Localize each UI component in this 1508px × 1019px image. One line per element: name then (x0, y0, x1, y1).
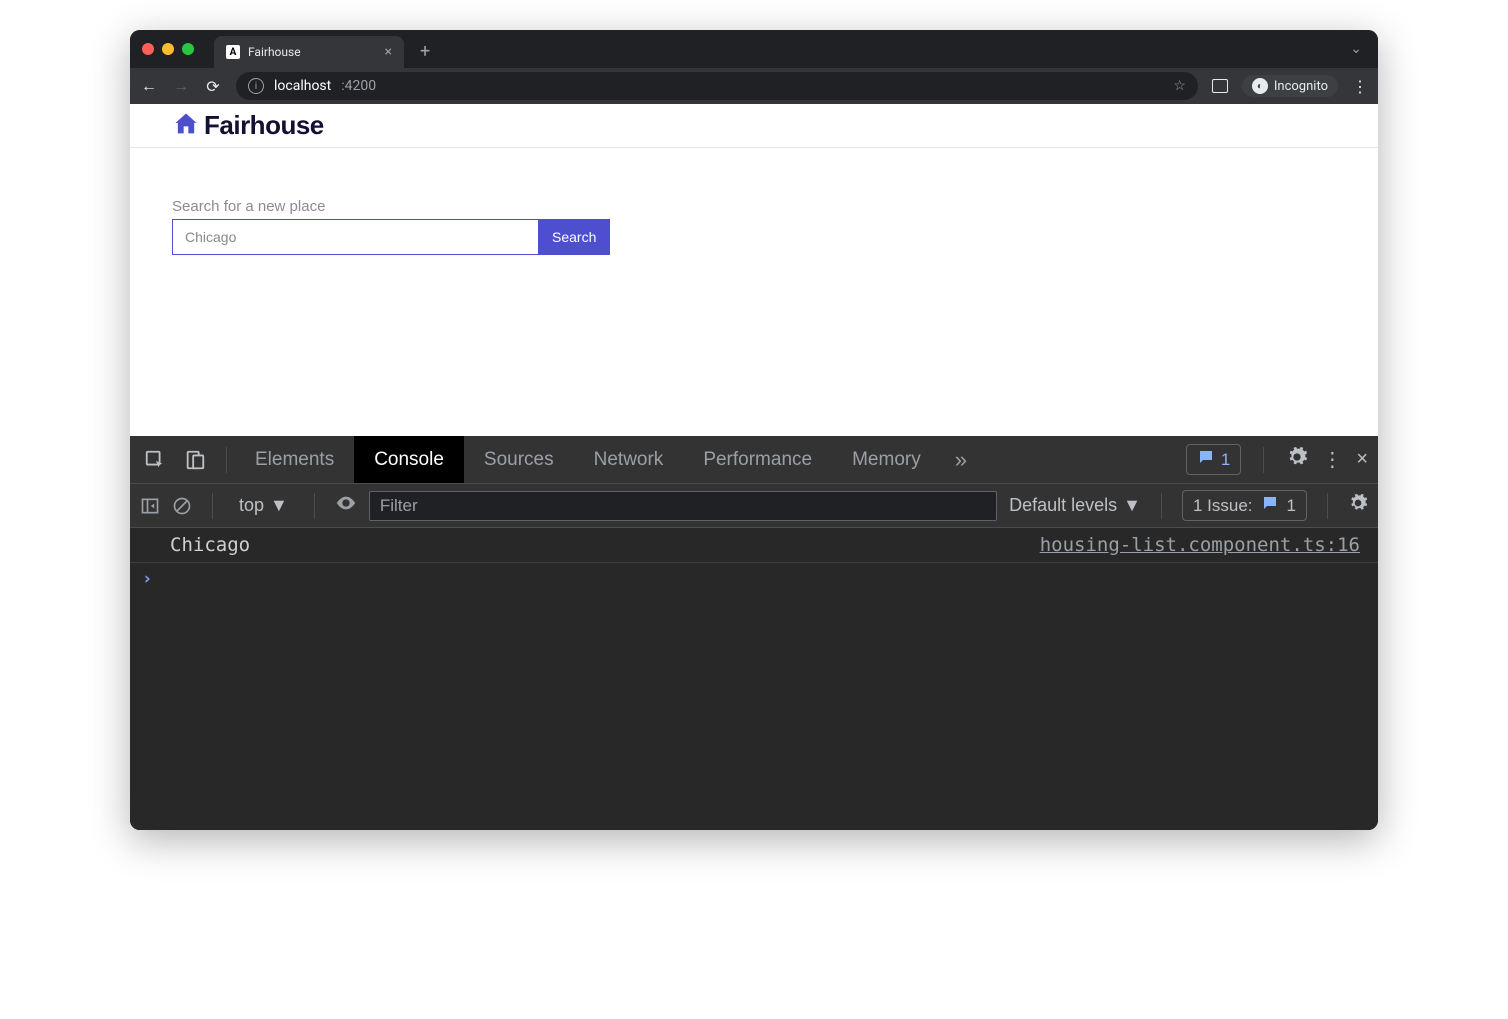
chat-icon (1197, 448, 1215, 471)
console-output: Chicago housing-list.component.ts:16 › (130, 528, 1378, 830)
side-panel-icon[interactable] (1212, 79, 1228, 93)
tab-performance[interactable]: Performance (683, 436, 832, 483)
incognito-label: Incognito (1274, 79, 1328, 94)
page-viewport: Fairhouse Search for a new place Search (130, 104, 1378, 436)
bookmark-icon[interactable]: ☆ (1173, 78, 1186, 94)
more-tabs-icon[interactable]: » (941, 447, 981, 473)
console-filter-input[interactable]: Filter (369, 491, 997, 521)
tab-close-icon[interactable]: × (385, 44, 392, 60)
issues-badge[interactable]: 1 (1186, 444, 1241, 475)
maximize-window-button[interactable] (182, 43, 194, 55)
execution-context-select[interactable]: top ▼ (233, 495, 294, 516)
new-tab-button[interactable]: + (420, 41, 430, 62)
devtools-menu-icon[interactable]: ⋮ (1322, 447, 1342, 472)
tab-sources[interactable]: Sources (464, 436, 574, 483)
chat-icon (1261, 494, 1279, 517)
search-button[interactable]: Search (538, 219, 610, 255)
levels-label: Default levels (1009, 495, 1117, 516)
browser-window: A Fairhouse × + ⌄ ← → ⟳ i localhost :4200… (130, 30, 1378, 830)
url-port: :4200 (341, 78, 376, 94)
tab-network[interactable]: Network (574, 436, 684, 483)
reload-button[interactable]: ⟳ (204, 77, 222, 96)
back-button[interactable]: ← (140, 76, 158, 96)
tab-memory[interactable]: Memory (832, 436, 941, 483)
devtools-tabbar: Elements Console Sources Network Perform… (130, 436, 1378, 484)
url-input[interactable]: i localhost :4200 ☆ (236, 72, 1198, 100)
forward-button: → (172, 76, 190, 96)
search-form: Search (172, 219, 1378, 255)
brand-name: Fairhouse (204, 110, 324, 141)
tab-favicon: A (226, 45, 240, 59)
browser-tab[interactable]: A Fairhouse × (214, 36, 404, 68)
devtools-panel: Elements Console Sources Network Perform… (130, 436, 1378, 830)
issues-badge-count: 1 (1221, 450, 1230, 470)
minimize-window-button[interactable] (162, 43, 174, 55)
inspect-element-icon[interactable] (144, 449, 166, 471)
filter-placeholder: Filter (380, 496, 418, 516)
chevron-down-icon: ▼ (1123, 495, 1141, 516)
tab-elements[interactable]: Elements (235, 436, 354, 483)
console-settings-icon[interactable] (1348, 493, 1368, 519)
console-prompt[interactable]: › (130, 563, 1378, 595)
live-expression-icon[interactable] (335, 492, 357, 520)
devtools-settings-icon[interactable] (1286, 446, 1308, 474)
browser-menu-icon[interactable]: ⋮ (1352, 77, 1368, 96)
log-message: Chicago (170, 534, 1040, 556)
search-input[interactable] (172, 219, 538, 255)
log-source-link[interactable]: housing-list.component.ts:16 (1040, 534, 1360, 556)
tab-title: Fairhouse (248, 45, 301, 59)
console-log-row[interactable]: Chicago housing-list.component.ts:16 (130, 528, 1378, 563)
incognito-icon: ◐ (1252, 78, 1268, 94)
issues-count: 1 (1287, 496, 1296, 516)
address-bar: ← → ⟳ i localhost :4200 ☆ ◐ Incognito ⋮ (130, 68, 1378, 104)
console-sidebar-toggle-icon[interactable] (140, 496, 160, 516)
titlebar: A Fairhouse × + ⌄ (130, 30, 1378, 68)
log-levels-select[interactable]: Default levels ▼ (1009, 495, 1141, 516)
url-host: localhost (274, 78, 331, 94)
device-toolbar-icon[interactable] (184, 449, 206, 471)
page-header: Fairhouse (130, 104, 1378, 148)
devtools-close-icon[interactable]: × (1356, 448, 1368, 471)
context-label: top (239, 495, 264, 516)
search-label: Search for a new place (172, 198, 1378, 215)
house-icon (172, 110, 200, 142)
clear-console-icon[interactable] (172, 496, 192, 516)
issues-counter[interactable]: 1 Issue: 1 (1182, 490, 1307, 521)
issues-label: 1 Issue: (1193, 496, 1253, 516)
tabs-dropdown-icon[interactable]: ⌄ (1350, 41, 1362, 57)
prompt-caret-icon: › (142, 569, 152, 589)
window-controls (142, 43, 194, 55)
close-window-button[interactable] (142, 43, 154, 55)
chevron-down-icon: ▼ (270, 495, 288, 516)
console-toolbar: top ▼ Filter Default levels ▼ 1 Issue: 1 (130, 484, 1378, 528)
tab-console[interactable]: Console (354, 436, 464, 483)
page-body: Search for a new place Search (130, 148, 1378, 255)
site-info-icon[interactable]: i (248, 78, 264, 94)
incognito-badge[interactable]: ◐ Incognito (1242, 75, 1338, 97)
